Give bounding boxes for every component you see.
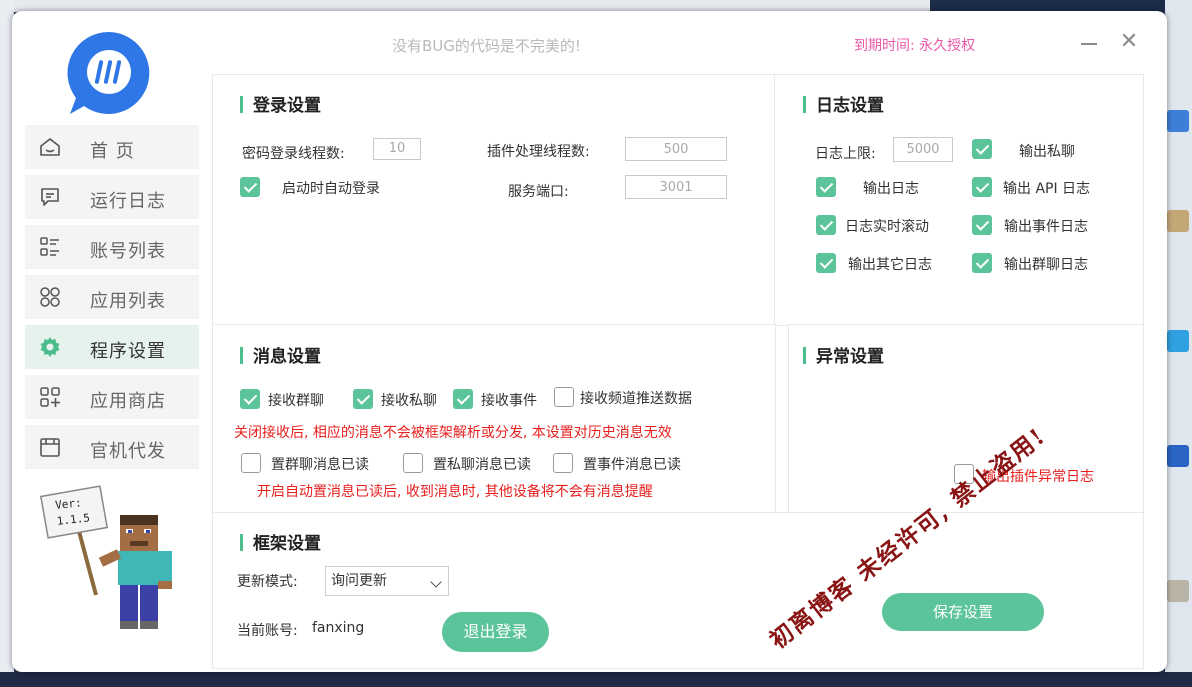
desktop-shortcut-icon[interactable] bbox=[1167, 580, 1189, 602]
license-expiry: 到期时间: 永久授权 bbox=[854, 38, 976, 54]
output-event-log-label[interactable]: 输出事件日志 bbox=[1004, 216, 1088, 236]
log-settings-title: 日志设置 bbox=[803, 91, 884, 116]
close-button[interactable]: ✕ bbox=[1118, 31, 1140, 53]
read-private-checkbox[interactable] bbox=[403, 453, 423, 473]
desktop-shortcut-icon[interactable] bbox=[1167, 110, 1189, 132]
update-mode-select[interactable]: 询问更新 bbox=[325, 566, 449, 596]
output-private-label[interactable]: 输出私聊 bbox=[1019, 141, 1075, 161]
read-private-label[interactable]: 置私聊消息已读 bbox=[433, 454, 531, 474]
update-mode-label: 更新模式: bbox=[237, 574, 298, 590]
output-log-label[interactable]: 输出日志 bbox=[863, 178, 919, 198]
desktop-right-strip bbox=[1165, 0, 1192, 687]
message-icon bbox=[41, 188, 59, 206]
mascot-version-illustration: Ver: 1.1.5 bbox=[39, 485, 172, 629]
logout-button[interactable]: 退出登录 bbox=[442, 612, 549, 652]
sidebar-item-label: 程序设置 bbox=[90, 341, 166, 362]
receive-channel-label[interactable]: 接收频道推送数据 bbox=[580, 388, 692, 408]
port-label: 服务端口: bbox=[508, 184, 569, 200]
app-window: 没有BUG的代码是不完美的! 到期时间: 永久授权 ✕ 首 页 运行日志 账号列… bbox=[12, 11, 1167, 672]
desktop-shortcut-icon[interactable] bbox=[1167, 445, 1189, 467]
plugin-threads-label: 插件处理线程数: bbox=[487, 144, 590, 160]
log-realtime-scroll-checkbox[interactable] bbox=[816, 215, 836, 235]
desktop-shortcut-icon[interactable] bbox=[1167, 330, 1189, 352]
receive-group-label[interactable]: 接收群聊 bbox=[268, 390, 324, 410]
save-settings-button[interactable]: 保存设置 bbox=[882, 593, 1044, 631]
output-api-log-checkbox[interactable] bbox=[972, 177, 992, 197]
sidebar-item-apps[interactable]: 应用列表 bbox=[25, 275, 199, 319]
gear-icon bbox=[40, 337, 60, 357]
receive-private-label[interactable]: 接收私聊 bbox=[381, 390, 437, 410]
read-event-checkbox[interactable] bbox=[553, 453, 573, 473]
chevron-down-icon bbox=[430, 576, 442, 588]
output-group-log-checkbox[interactable] bbox=[972, 253, 992, 273]
grid-icon bbox=[40, 287, 60, 307]
framework-settings-title: 框架设置 bbox=[240, 529, 321, 554]
app-slogan: 没有BUG的代码是不完美的! bbox=[392, 37, 581, 55]
pwd-threads-input[interactable] bbox=[373, 138, 421, 160]
app-logo-icon bbox=[67, 31, 150, 115]
sidebar-item-run-log[interactable]: 运行日志 bbox=[25, 175, 199, 219]
exception-settings-title: 异常设置 bbox=[803, 342, 884, 367]
login-settings-title: 登录设置 bbox=[240, 91, 321, 116]
receive-private-checkbox[interactable] bbox=[353, 389, 373, 409]
sidebar-item-label: 首 页 bbox=[90, 141, 135, 162]
log-realtime-scroll-label[interactable]: 日志实时滚动 bbox=[845, 216, 929, 236]
log-limit-label: 日志上限: bbox=[815, 146, 876, 162]
sidebar-item-label: 应用商店 bbox=[90, 391, 166, 412]
output-api-log-label[interactable]: 输出 API 日志 bbox=[1003, 178, 1090, 198]
sidebar-item-accounts[interactable]: 账号列表 bbox=[25, 225, 199, 269]
list-icon bbox=[40, 237, 59, 256]
receive-event-checkbox[interactable] bbox=[453, 389, 473, 409]
store-icon bbox=[40, 387, 60, 407]
home-icon bbox=[40, 138, 60, 156]
output-group-log-label[interactable]: 输出群聊日志 bbox=[1004, 254, 1088, 274]
sidebar-item-label: 官机代发 bbox=[90, 441, 166, 462]
log-limit-input[interactable] bbox=[893, 137, 953, 162]
auto-login-checkbox[interactable] bbox=[240, 177, 260, 197]
sidebar-item-label: 账号列表 bbox=[90, 241, 166, 262]
sidebar-item-home[interactable]: 首 页 bbox=[25, 125, 199, 169]
receive-group-checkbox[interactable] bbox=[240, 389, 260, 409]
current-account-label: 当前账号: bbox=[237, 623, 298, 639]
output-other-log-label[interactable]: 输出其它日志 bbox=[848, 254, 932, 274]
read-event-label[interactable]: 置事件消息已读 bbox=[583, 454, 681, 474]
current-account-value: fanxing bbox=[312, 620, 365, 636]
message-settings-title: 消息设置 bbox=[240, 342, 321, 367]
read-group-checkbox[interactable] bbox=[241, 453, 261, 473]
receive-warning-text: 关闭接收后, 相应的消息不会被框架解析或分发, 本设置对历史消息无效 bbox=[234, 425, 672, 441]
receive-channel-checkbox[interactable] bbox=[554, 387, 574, 407]
auto-read-warning-text: 开启自动置消息已读后, 收到消息时, 其他设备将不会有消息提醒 bbox=[257, 484, 653, 500]
calendar-icon bbox=[40, 438, 60, 457]
port-input[interactable] bbox=[625, 175, 727, 199]
taskbar bbox=[0, 672, 1192, 687]
sidebar-item-settings[interactable]: 程序设置 bbox=[25, 325, 199, 369]
plugin-threads-input[interactable] bbox=[625, 137, 727, 161]
output-other-log-checkbox[interactable] bbox=[816, 253, 836, 273]
minimize-button[interactable] bbox=[1078, 31, 1100, 53]
version-label: Ver: bbox=[55, 496, 83, 512]
sidebar-item-label: 运行日志 bbox=[90, 191, 166, 212]
pwd-threads-label: 密码登录线程数: bbox=[242, 146, 345, 162]
auto-login-label[interactable]: 启动时自动登录 bbox=[282, 178, 380, 198]
sidebar-item-store[interactable]: 应用商店 bbox=[25, 375, 199, 419]
output-private-checkbox[interactable] bbox=[972, 139, 992, 159]
receive-event-label[interactable]: 接收事件 bbox=[481, 390, 537, 410]
update-mode-value: 询问更新 bbox=[331, 573, 387, 589]
output-event-log-checkbox[interactable] bbox=[972, 215, 992, 235]
read-group-label[interactable]: 置群聊消息已读 bbox=[271, 454, 369, 474]
sidebar-item-proxy-send[interactable]: 官机代发 bbox=[25, 425, 199, 469]
desktop-shortcut-icon[interactable] bbox=[1167, 210, 1189, 232]
output-log-checkbox[interactable] bbox=[816, 177, 836, 197]
sidebar: 首 页 运行日志 账号列表 应用列表 程序设置 应用商店 官机代发 bbox=[25, 125, 199, 475]
sidebar-item-label: 应用列表 bbox=[90, 291, 166, 312]
